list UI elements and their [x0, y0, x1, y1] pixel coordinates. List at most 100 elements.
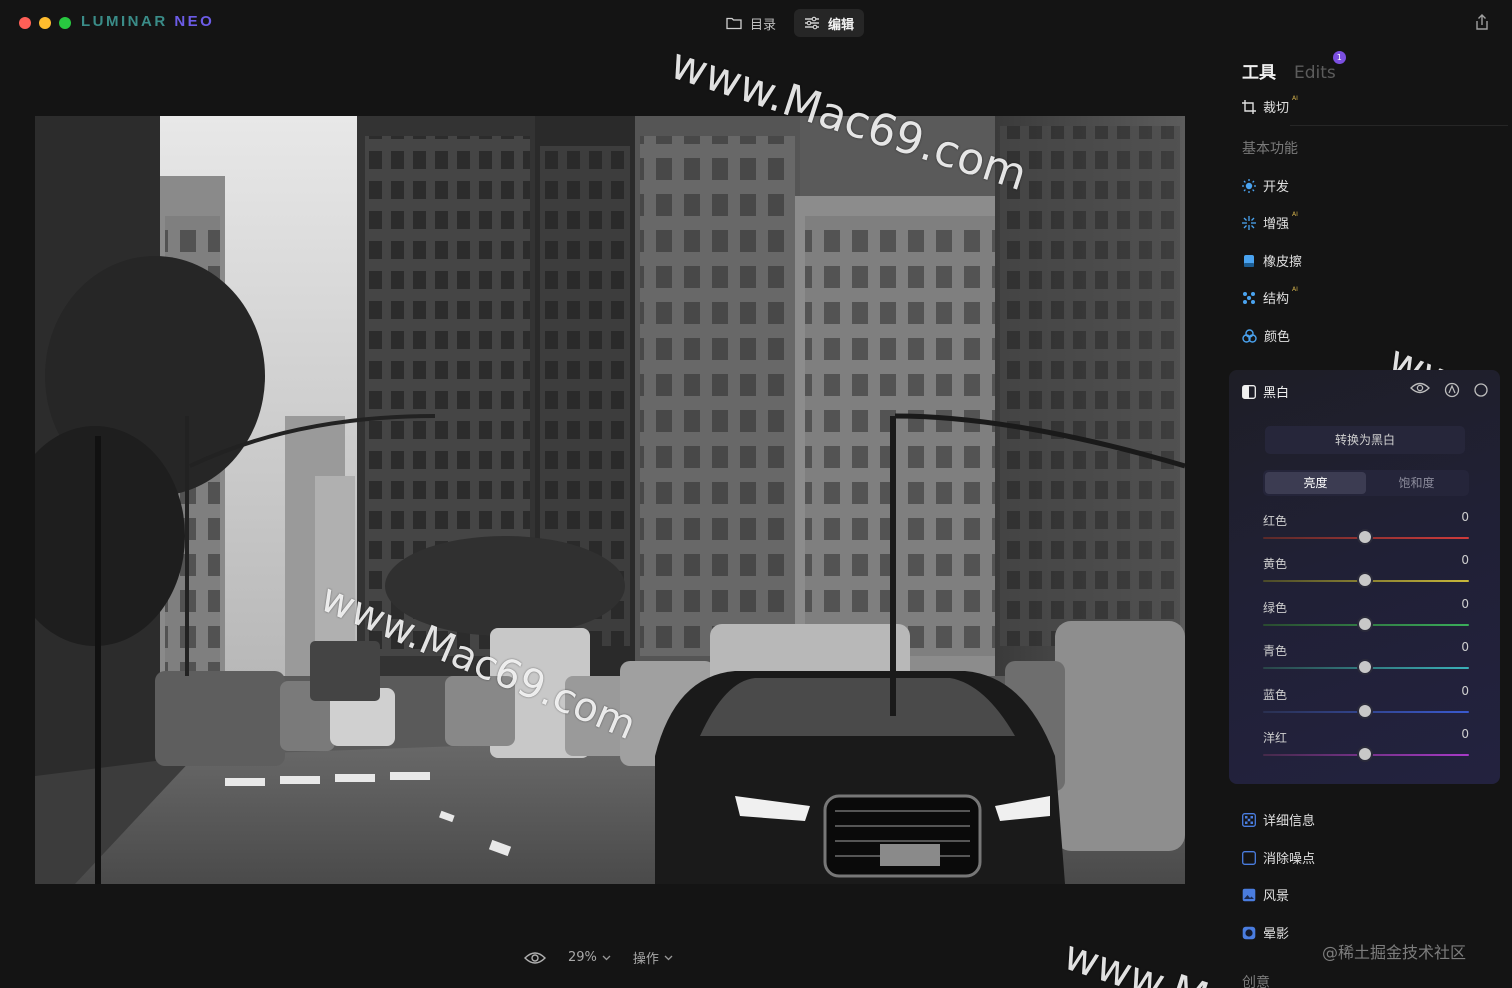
- bw-mode-segmented: 亮度 饱和度: [1263, 470, 1469, 496]
- tool-vignette-label: 晕影: [1263, 927, 1290, 942]
- more-icon[interactable]: [1474, 382, 1488, 398]
- slider-magenta: 洋红 0: [1263, 727, 1469, 760]
- zoom-level: 29%: [568, 950, 597, 965]
- bw-tool-panel: 黑白 转换为黑白 亮度 饱和度 红色 0 黄色 0 绿色 0 青色 0 蓝色 0…: [1229, 370, 1500, 784]
- convert-to-bw-button[interactable]: 转换为黑白: [1265, 426, 1465, 454]
- tool-denoise[interactable]: 消除噪点: [1242, 848, 1315, 867]
- color-icon: [1242, 328, 1257, 343]
- eye-icon[interactable]: [1410, 382, 1430, 394]
- tool-details[interactable]: 详细信息: [1242, 810, 1315, 829]
- title-bar: LUMINAR NEO 目录 编辑: [0, 0, 1512, 44]
- edits-count-badge: 1: [1332, 51, 1346, 64]
- photo-canvas[interactable]: [35, 116, 1185, 884]
- slider-green-value: 0: [1461, 597, 1469, 611]
- slider-cyan-value: 0: [1461, 640, 1469, 654]
- seg-luminance[interactable]: 亮度: [1265, 472, 1366, 494]
- window-controls: [19, 17, 71, 29]
- bw-icon: [1242, 384, 1256, 399]
- bottom-toolbar: 29% 操作: [524, 948, 673, 967]
- tool-vignette[interactable]: 晕影: [1242, 923, 1289, 942]
- actions-label: 操作: [632, 952, 659, 967]
- zoom-window-button[interactable]: [59, 17, 71, 29]
- tab-catalog[interactable]: 目录: [716, 9, 786, 37]
- slider-blue-value: 0: [1461, 684, 1469, 698]
- eye-icon[interactable]: [524, 951, 546, 965]
- tool-crop[interactable]: 裁切 AI: [1242, 95, 1298, 116]
- vignette-icon: [1242, 926, 1256, 939]
- sun-icon: [1242, 178, 1256, 193]
- tool-enhance-label: 增强: [1263, 217, 1290, 232]
- tab-tools[interactable]: 工具: [1242, 58, 1276, 83]
- app-logo: LUMINAR NEO: [81, 13, 215, 30]
- tool-crop-label: 裁切: [1263, 101, 1290, 116]
- structure-icon: [1243, 291, 1255, 304]
- tab-edits-label: Edits: [1294, 63, 1336, 83]
- slider-blue-label: 蓝色: [1263, 688, 1288, 702]
- slider-red-value: 0: [1461, 510, 1469, 524]
- seg-saturation[interactable]: 饱和度: [1366, 472, 1467, 494]
- bw-header[interactable]: 黑白: [1242, 382, 1289, 401]
- tool-landscape-label: 风景: [1263, 889, 1290, 904]
- tool-structure[interactable]: 结构 AI: [1242, 286, 1298, 307]
- crop-icon: [1242, 99, 1256, 114]
- denoise-icon: [1242, 850, 1256, 865]
- section-essentials: 基本功能: [1242, 141, 1298, 157]
- mask-icon[interactable]: [1444, 382, 1460, 398]
- slider-blue-knob[interactable]: [1359, 705, 1371, 717]
- footer-credit: @稀土掘金技术社区: [1322, 943, 1467, 962]
- top-navigation: 目录 编辑: [716, 9, 865, 37]
- slider-magenta-label: 洋红: [1263, 731, 1288, 745]
- slider-green-knob[interactable]: [1359, 618, 1371, 630]
- share-icon[interactable]: [1474, 13, 1490, 31]
- bw-header-actions: [1410, 382, 1488, 398]
- tool-eraser[interactable]: 橡皮擦: [1242, 251, 1302, 270]
- tab-edit-label: 编辑: [828, 17, 855, 33]
- panel-divider: [1290, 125, 1508, 126]
- slider-yellow-value: 0: [1461, 553, 1469, 567]
- slider-green: 绿色 0: [1263, 597, 1469, 630]
- slider-green-label: 绿色: [1263, 601, 1288, 615]
- ai-badge: AI: [1292, 211, 1298, 218]
- tools-panel: 工具 Edits 1 裁切 AI 基本功能 开发 增强 AI 橡皮擦 结构 AI…: [1228, 44, 1512, 988]
- tool-details-label: 详细信息: [1263, 814, 1316, 829]
- chevron-down-icon: [664, 955, 673, 960]
- details-icon: [1242, 812, 1256, 827]
- eraser-icon: [1244, 254, 1254, 267]
- actions-dropdown[interactable]: 操作: [633, 948, 673, 967]
- tool-develop[interactable]: 开发: [1242, 176, 1289, 195]
- tool-color[interactable]: 颜色: [1242, 326, 1290, 345]
- sparkle-icon: [1242, 215, 1256, 230]
- street-photo: [35, 116, 1185, 884]
- tool-landscape[interactable]: 风景: [1242, 885, 1289, 904]
- tab-edit[interactable]: 编辑: [794, 9, 865, 37]
- section-creative: 创意: [1242, 975, 1270, 988]
- tab-edits[interactable]: Edits 1: [1294, 51, 1346, 83]
- slider-magenta-value: 0: [1461, 727, 1469, 741]
- zoom-dropdown[interactable]: 29%: [568, 950, 611, 965]
- slider-yellow-label: 黄色: [1263, 557, 1288, 571]
- landscape-icon: [1242, 888, 1256, 901]
- minimize-window-button[interactable]: [39, 17, 51, 29]
- slider-yellow: 黄色 0: [1263, 553, 1469, 586]
- sliders-icon: [805, 16, 820, 30]
- slider-cyan: 青色 0: [1263, 640, 1469, 673]
- chevron-down-icon: [602, 955, 611, 960]
- slider-cyan-label: 青色: [1263, 644, 1288, 658]
- slider-yellow-knob[interactable]: [1359, 574, 1371, 586]
- watermark-bottom: www.M: [1057, 930, 1215, 988]
- bw-title: 黑白: [1263, 386, 1290, 401]
- slider-cyan-knob[interactable]: [1359, 661, 1371, 673]
- folder-icon: [726, 17, 742, 30]
- slider-red-knob[interactable]: [1359, 531, 1371, 543]
- ai-badge: AI: [1292, 95, 1298, 102]
- tool-eraser-label: 橡皮擦: [1263, 255, 1303, 270]
- close-window-button[interactable]: [19, 17, 31, 29]
- tab-catalog-label: 目录: [750, 17, 777, 33]
- slider-red-label: 红色: [1263, 514, 1288, 528]
- slider-magenta-knob[interactable]: [1359, 748, 1371, 760]
- ai-badge: AI: [1292, 286, 1298, 293]
- tool-denoise-label: 消除噪点: [1263, 852, 1316, 867]
- tool-enhance[interactable]: 增强 AI: [1242, 211, 1298, 232]
- tool-structure-label: 结构: [1263, 292, 1290, 307]
- panel-tabs: 工具 Edits 1: [1242, 51, 1346, 83]
